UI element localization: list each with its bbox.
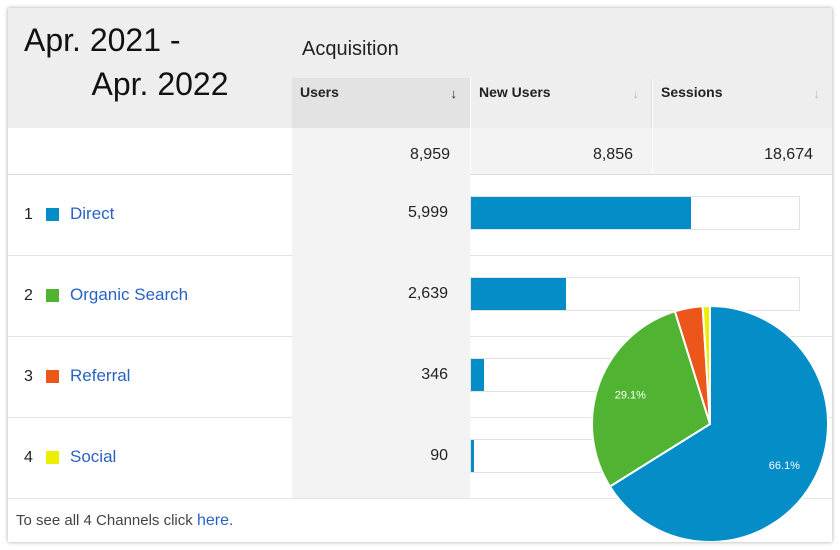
total-users: 8,959: [409, 146, 450, 163]
channel-color-swatch: [46, 370, 59, 383]
channel-color-swatch: [46, 451, 59, 464]
users-bar-fill: [471, 359, 484, 391]
users-value: 5,999: [407, 204, 448, 221]
channel-link-organic-search[interactable]: Organic Search: [70, 285, 188, 305]
total-new-users: 8,856: [592, 146, 633, 163]
column-header-users[interactable]: Users ↓: [292, 78, 470, 128]
channel-color-swatch: [46, 289, 59, 302]
column-label-new-users: New Users: [479, 84, 551, 100]
column-label-sessions: Sessions: [661, 84, 723, 100]
footer-text: To see all 4 Channels click: [16, 512, 197, 529]
footer-period: .: [228, 512, 234, 529]
pie-svg: 66.1% 29.1%: [591, 304, 829, 542]
channel-color-swatch: [46, 208, 59, 221]
date-range-header: Apr. 2021 - Apr. 2022: [8, 8, 292, 128]
users-value: 346: [421, 366, 448, 383]
row-rank: 1: [24, 206, 33, 223]
sort-arrow-icon: ↓: [450, 86, 458, 101]
users-bar-track: [470, 196, 800, 230]
channel-link-referral[interactable]: Referral: [70, 366, 130, 386]
acquisition-group-header: Acquisition: [292, 8, 832, 78]
sort-arrow-icon: ↓: [813, 86, 821, 101]
row-rank: 2: [24, 287, 33, 304]
column-label-users: Users: [300, 84, 339, 100]
column-header-new-users[interactable]: New Users ↓: [471, 78, 652, 128]
row-rank: 3: [24, 368, 33, 385]
pie-label-organic-search: 29.1%: [615, 389, 646, 401]
total-sessions: 18,674: [764, 146, 813, 163]
users-value: 90: [430, 447, 448, 464]
acquisition-label: Acquisition: [302, 38, 399, 60]
table-row: 1 Direct 5,999: [8, 174, 832, 256]
channel-pie-chart: 66.1% 29.1%: [586, 300, 832, 542]
users-bar-fill: [471, 278, 566, 310]
channel-link-social[interactable]: Social: [70, 447, 116, 467]
date-range-line1: Apr. 2021 -: [24, 22, 181, 58]
users-bar-fill: [471, 440, 474, 472]
column-header-sessions[interactable]: Sessions ↓: [653, 78, 832, 128]
footer-here-link[interactable]: here: [197, 512, 229, 529]
date-range-line2: Apr. 2022: [91, 66, 229, 102]
totals-row: 8,959 8,856 18,674: [8, 128, 832, 175]
sort-arrow-icon: ↓: [632, 86, 640, 101]
users-bar-fill: [471, 197, 691, 229]
channels-report-panel: Apr. 2021 - Apr. 2022 Acquisition Users …: [8, 8, 832, 542]
channel-link-direct[interactable]: Direct: [70, 204, 114, 224]
row-rank: 4: [24, 449, 33, 466]
pie-label-direct: 66.1%: [769, 460, 800, 472]
users-value: 2,639: [407, 285, 448, 302]
